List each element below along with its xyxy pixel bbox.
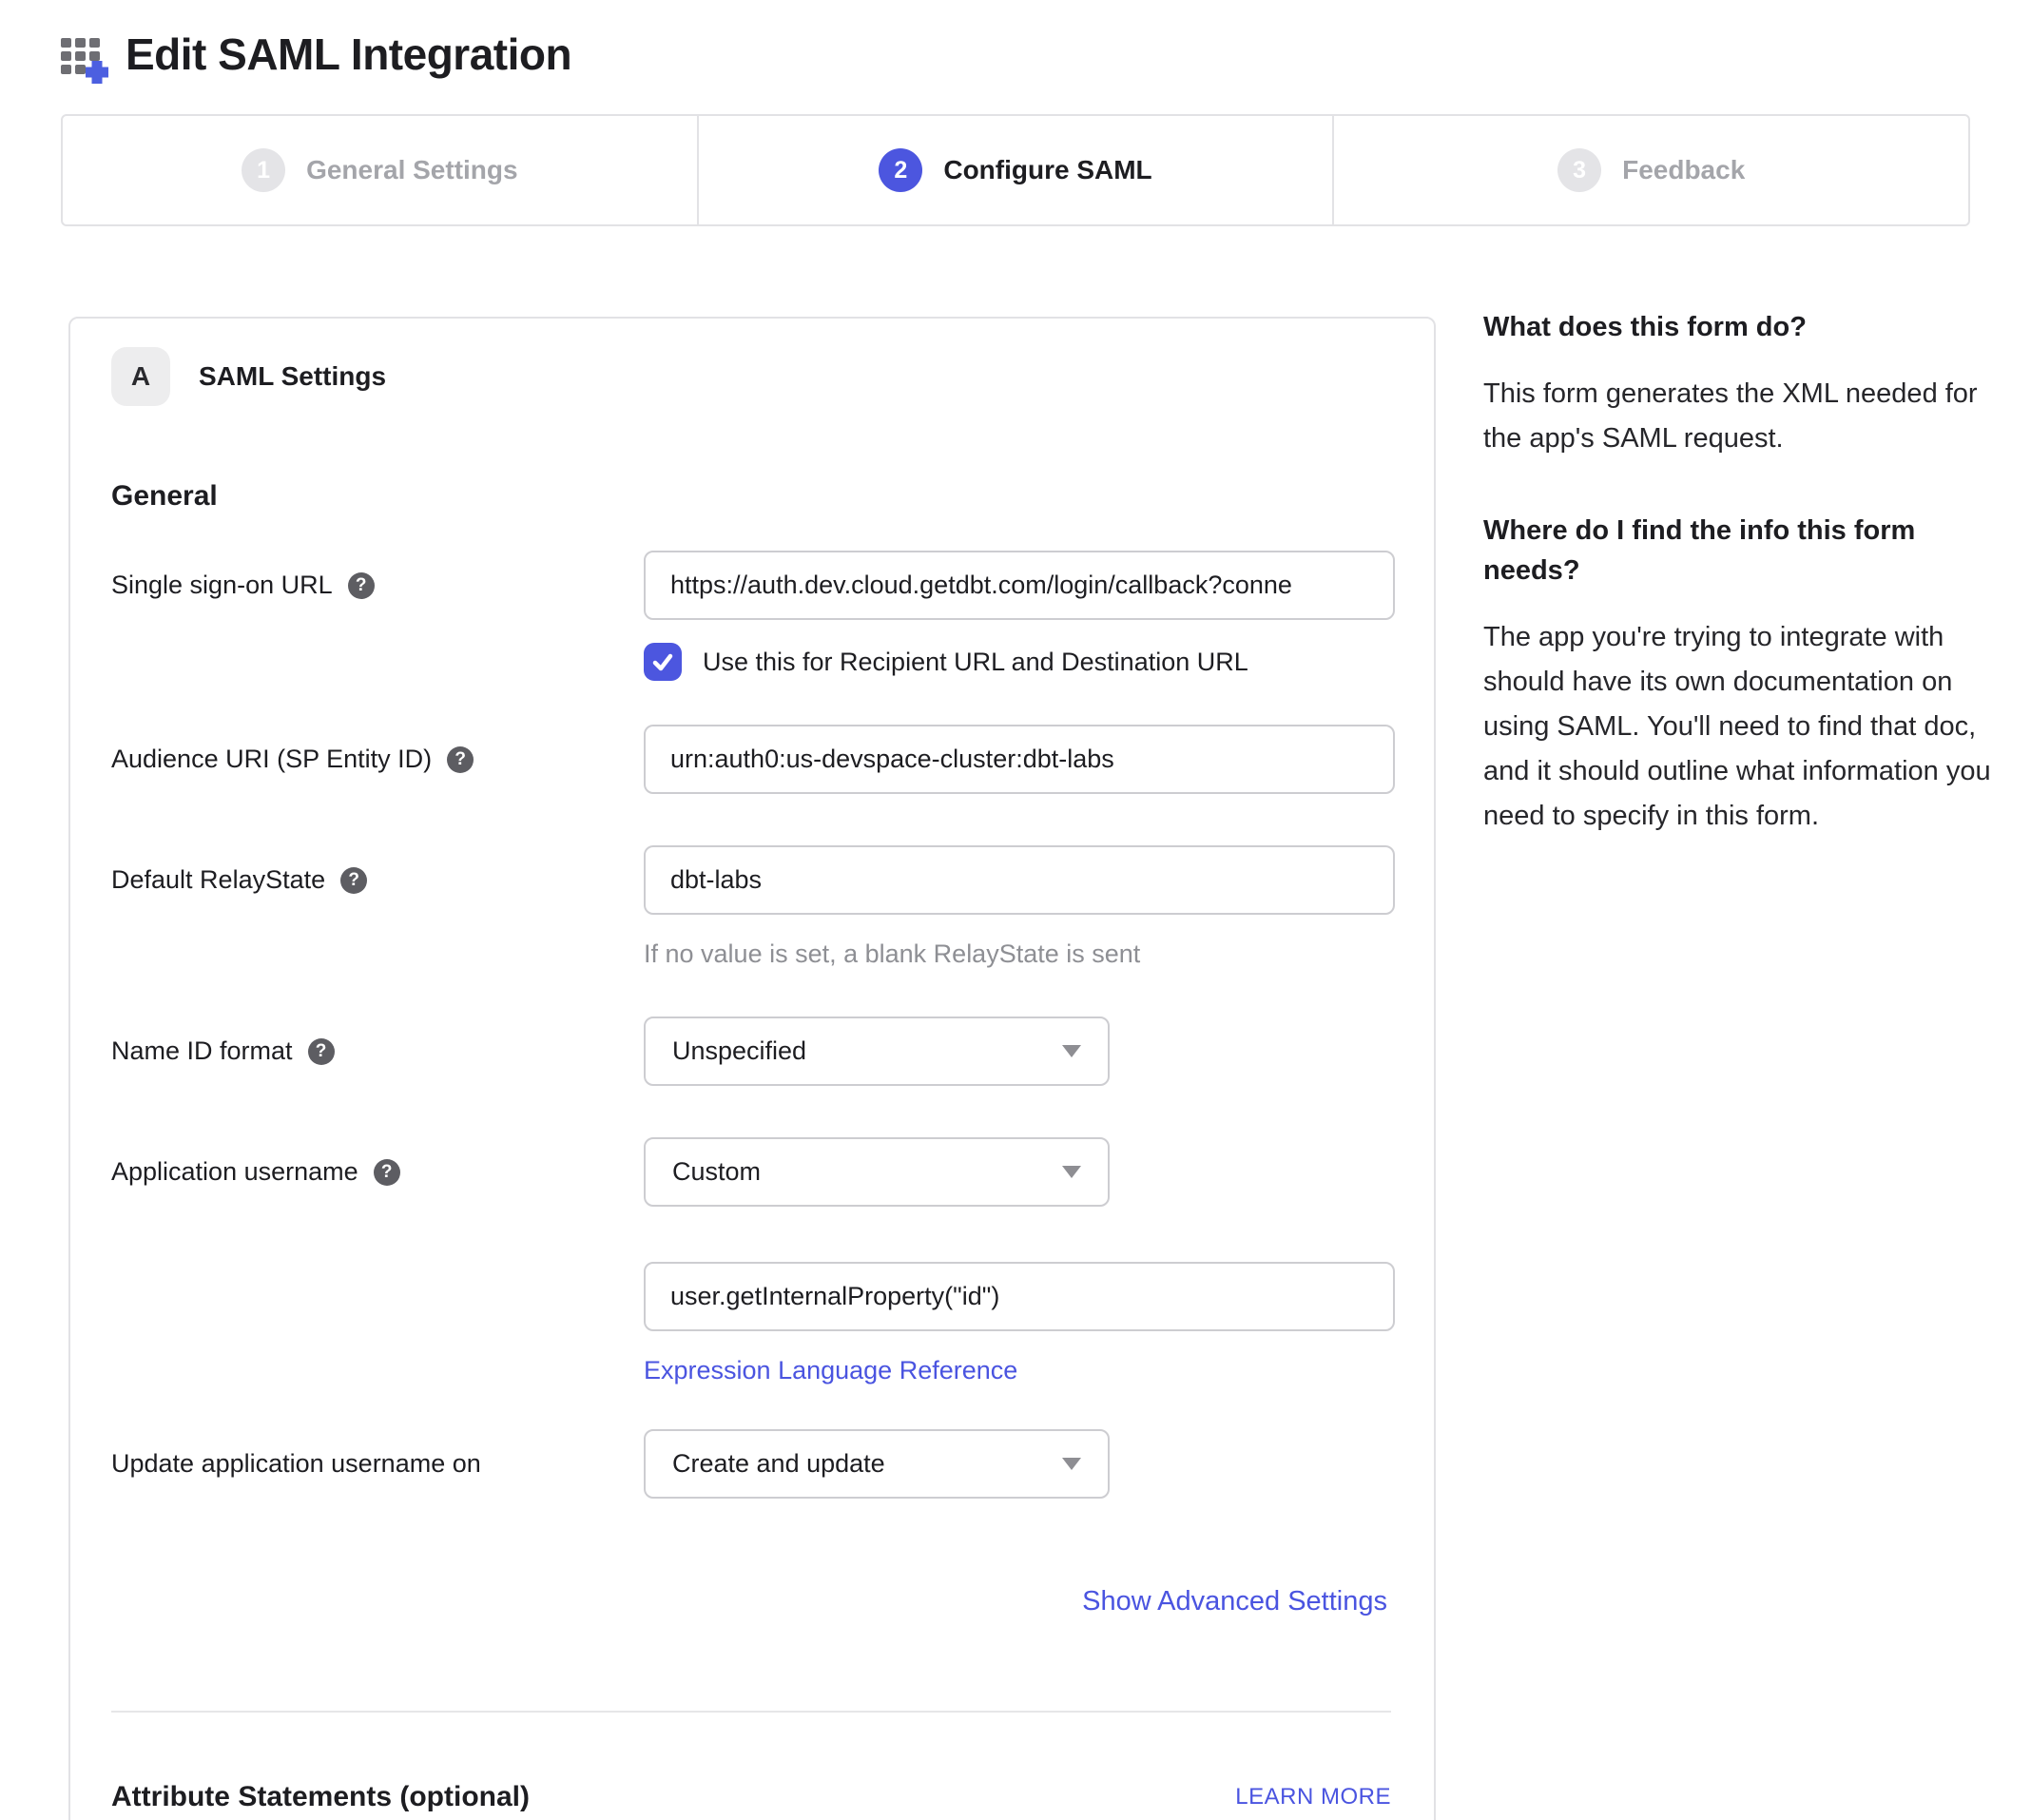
step-label: Configure SAML xyxy=(943,155,1151,185)
chevron-down-icon xyxy=(1062,1458,1081,1470)
field-custom-expression: Expression Language Reference xyxy=(111,1262,1391,1385)
saml-settings-card: A SAML Settings General Single sign-on U… xyxy=(68,317,1436,1820)
field-update-application-username: Update application username on Create an… xyxy=(111,1429,1391,1499)
help-icon[interactable]: ? xyxy=(340,867,367,894)
application-username-value: Custom xyxy=(672,1157,761,1187)
attribute-statements-heading: Attribute Statements (optional) xyxy=(111,1781,530,1813)
wizard-steps: 1 General Settings 2 Configure SAML 3 Fe… xyxy=(61,114,1970,226)
default-relaystate-input[interactable] xyxy=(644,845,1395,915)
chevron-down-icon xyxy=(1062,1045,1081,1057)
field-application-username: Application username ? Custom xyxy=(111,1137,1391,1207)
chevron-down-icon xyxy=(1062,1166,1081,1178)
section-badge: A xyxy=(111,347,170,406)
help-icon[interactable]: ? xyxy=(374,1159,400,1186)
recipient-destination-checkbox[interactable] xyxy=(644,643,682,681)
name-id-format-label: Name ID format xyxy=(111,1036,293,1066)
general-heading: General xyxy=(111,480,1391,513)
update-application-username-value: Create and update xyxy=(672,1449,885,1479)
step-number-badge: 1 xyxy=(242,148,285,192)
audience-uri-input[interactable] xyxy=(644,725,1395,794)
help-panel: What does this form do? This form genera… xyxy=(1483,307,1997,839)
step-tab-feedback[interactable]: 3 Feedback xyxy=(1332,116,1968,224)
step-tab-configure-saml[interactable]: 2 Configure SAML xyxy=(697,116,1333,224)
section-divider xyxy=(111,1711,1391,1713)
learn-more-link[interactable]: LEARN MORE xyxy=(1235,1784,1391,1810)
default-relaystate-label: Default RelayState xyxy=(111,865,325,895)
application-username-select[interactable]: Custom xyxy=(644,1137,1110,1207)
audience-uri-label: Audience URI (SP Entity ID) xyxy=(111,745,432,774)
page-title: Edit SAML Integration xyxy=(126,29,571,80)
help-icon[interactable]: ? xyxy=(348,572,375,599)
field-name-id-format: Name ID format ? Unspecified xyxy=(111,1016,1391,1086)
step-label: Feedback xyxy=(1622,155,1745,185)
name-id-format-value: Unspecified xyxy=(672,1036,806,1066)
field-audience-uri: Audience URI (SP Entity ID) ? xyxy=(111,725,1391,794)
help-question-2: Where do I find the info this form needs… xyxy=(1483,511,1997,591)
custom-expression-input[interactable] xyxy=(644,1262,1395,1331)
page-header: Edit SAML Integration xyxy=(57,25,2031,84)
step-number-badge: 3 xyxy=(1557,148,1601,192)
field-default-relaystate: Default RelayState ? If no value is set,… xyxy=(111,845,1391,969)
help-question-1: What does this form do? xyxy=(1483,307,1997,347)
help-answer-1: This form generates the XML needed for t… xyxy=(1483,372,1997,461)
recipient-destination-checkbox-label: Use this for Recipient URL and Destinati… xyxy=(703,648,1248,677)
relaystate-hint: If no value is set, a blank RelayState i… xyxy=(644,939,1395,969)
field-single-sign-on-url: Single sign-on URL ? Use this for Recipi… xyxy=(111,551,1391,681)
step-label: General Settings xyxy=(306,155,518,185)
help-icon[interactable]: ? xyxy=(447,746,474,773)
update-application-username-label: Update application username on xyxy=(111,1449,481,1479)
single-sign-on-url-input[interactable] xyxy=(644,551,1395,620)
help-icon[interactable]: ? xyxy=(308,1038,335,1065)
saml-app-icon xyxy=(57,25,116,84)
update-application-username-select[interactable]: Create and update xyxy=(644,1429,1110,1499)
step-number-badge: 2 xyxy=(879,148,922,192)
show-advanced-settings-link[interactable]: Show Advanced Settings xyxy=(1082,1586,1387,1617)
step-tab-general-settings[interactable]: 1 General Settings xyxy=(63,116,697,224)
name-id-format-select[interactable]: Unspecified xyxy=(644,1016,1110,1086)
single-sign-on-url-label: Single sign-on URL xyxy=(111,571,333,600)
help-answer-2: The app you're trying to integrate with … xyxy=(1483,615,1997,839)
application-username-label: Application username xyxy=(111,1157,358,1187)
section-title: SAML Settings xyxy=(199,361,386,392)
expression-language-reference-link[interactable]: Expression Language Reference xyxy=(644,1356,1017,1385)
